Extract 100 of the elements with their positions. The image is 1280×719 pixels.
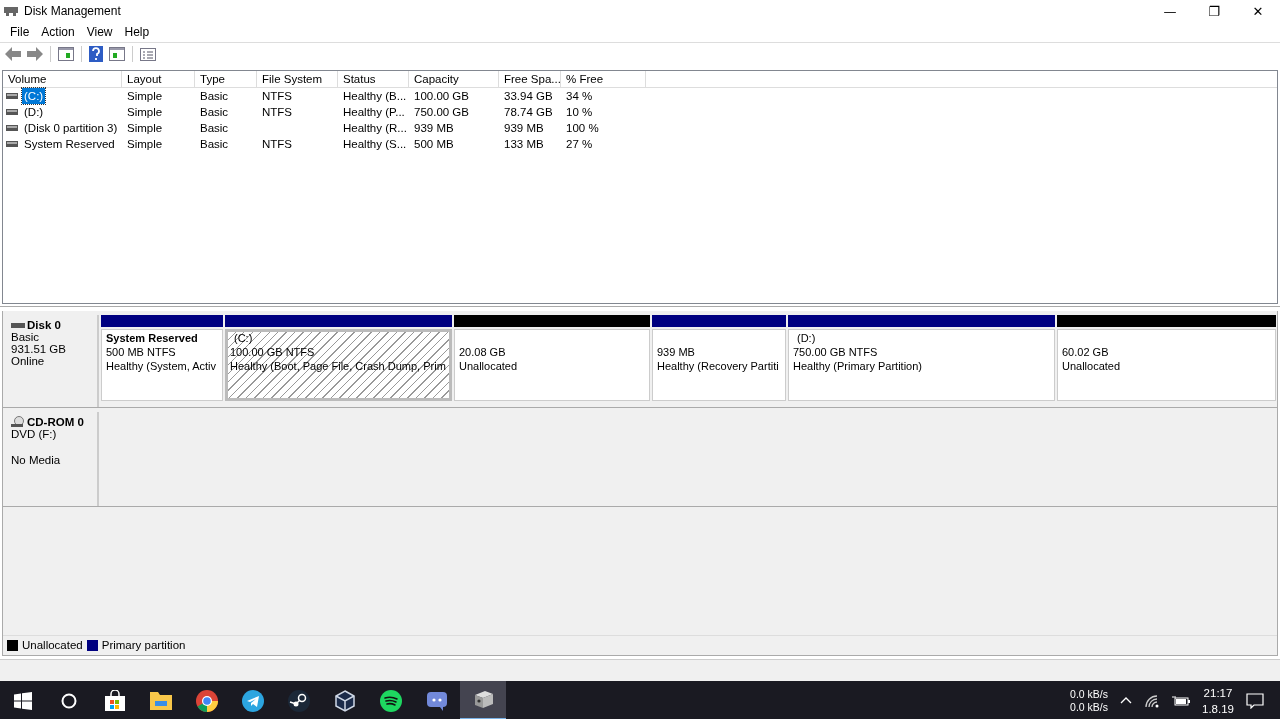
drive-entry[interactable]: (Disk 0 partition 3) [22,120,120,136]
network-speed: 0.0 kB/s [1070,700,1108,714]
partition-status: Healthy (System, Activ [106,360,218,374]
disk-name: CD-ROM 0 [27,416,84,428]
drive-icon [6,109,18,115]
left-arrow-icon [5,47,21,61]
partition-name: (C:) [233,332,254,346]
cube-icon[interactable] [335,689,355,712]
column-header[interactable]: Type [195,71,257,87]
shopping-bag-icon[interactable] [104,689,126,712]
column-header[interactable]: Free Spa... [499,71,561,87]
table-cell-text: 100 % [566,121,599,136]
battery-plug-icon[interactable] [1172,694,1190,707]
properties-button[interactable] [139,46,157,62]
menu-item[interactable]: Action [35,25,81,39]
table-cell-text: NTFS [262,105,293,120]
sound-waves-icon[interactable] [380,689,402,712]
partition-name: (D:) [796,332,817,346]
disk-info: DVD (F:) [11,428,58,440]
console-tree-button[interactable] [57,46,75,62]
column-header[interactable]: Status [338,71,409,87]
drive-entry[interactable]: System Reserved [22,136,117,152]
drive-entry[interactable]: (C:) [22,88,46,104]
drive-icon [6,93,18,99]
table-cell-text: 100.00 GB [414,89,469,104]
column-header[interactable]: % Free [561,71,646,87]
table-cell-text: Basic [200,89,229,104]
list-window-icon [140,47,156,61]
chevron-up-icon[interactable] [1120,697,1132,704]
table-cell-text: Simple [127,137,163,152]
table-cell-text: NTFS [262,89,293,104]
notification-icon[interactable] [1246,692,1264,709]
disk-info: Online [11,355,46,367]
partition-size: 20.08 GB [459,346,507,360]
table-cell-text: Basic [200,121,229,136]
windows-logo-icon[interactable] [14,691,32,710]
table-cell-text: Simple [127,121,163,136]
cd-drive-icon [11,416,25,428]
forward-button[interactable] [26,46,44,62]
partition-size: 939 MB [657,346,696,360]
clock-time[interactable]: 21:17 [1203,684,1233,701]
network-speed: 0.0 kB/s [1070,687,1108,701]
disk-name: Disk 0 [27,319,61,331]
partition-size: 750.00 GB NTFS [793,346,879,360]
restore-button[interactable]: ❐ [1192,0,1236,22]
disk-drive-icon [4,5,18,17]
wifi-icon[interactable] [1144,693,1160,708]
partition-status: Healthy (Boot, Page File, Crash Dump, Prim [230,360,447,374]
search-icon[interactable] [61,692,77,709]
table-cell-text: 500 MB [414,137,454,152]
drive-icon [11,322,25,328]
help-button[interactable] [88,45,104,63]
action-pane-button[interactable] [108,46,126,62]
panel-icon [58,47,74,61]
disk-status: No Media [11,454,62,466]
partition-block[interactable]: 20.08 GB Unallocated [454,329,650,401]
partition-size: 500 MB NTFS [106,346,177,360]
partition-block[interactable]: (C:) 100.00 GB NTFS Healthy (Boot, Page File, Crash Dump, Prim [225,329,452,401]
table-cell-text: 33.94 GB [504,89,553,104]
table-cell-text: Simple [127,105,163,120]
table-cell-text: Healthy (P... [343,105,405,120]
menu-item[interactable]: File [4,25,36,39]
table-cell-text: 78.74 GB [504,105,553,120]
clock-date[interactable]: 1.8.19 [1202,700,1234,717]
minimize-button[interactable]: — [1148,0,1192,22]
column-header[interactable]: File System [257,71,338,87]
taskbar-button[interactable] [460,681,506,719]
table-cell-text: 10 % [566,105,593,120]
table-cell-text: 939 MB [414,121,454,136]
legend-label: Unallocated [22,639,83,651]
partition-block[interactable]: 60.02 GB Unallocated [1057,329,1276,401]
round-browser-icon[interactable] [196,689,218,712]
partition-size: 60.02 GB [1062,346,1110,360]
partition-status: Unallocated [459,360,519,374]
paper-plane-icon[interactable] [242,689,264,712]
table-cell-text: Simple [127,89,163,104]
column-header[interactable]: Layout [122,71,195,87]
table-cell-text: NTFS [262,137,293,152]
disk-info: Basic [11,331,41,343]
disk-drive-icon[interactable] [472,689,494,710]
menu-item[interactable]: View [80,25,119,39]
close-button[interactable]: ✕ [1236,0,1280,22]
right-arrow-icon [27,47,43,61]
table-cell-text: 133 MB [504,137,544,152]
partition-status: Unallocated [1062,360,1122,374]
table-cell-text: 750.00 GB [414,105,469,120]
partition-block[interactable]: (D:) 750.00 GB NTFS Healthy (Primary Partition) [788,329,1055,401]
disk-info: 931.51 GB [11,343,67,355]
partition-size: 100.00 GB NTFS [230,346,316,360]
column-header[interactable]: Capacity [409,71,499,87]
partition-status: Healthy (Recovery Partiti [657,360,780,374]
back-button[interactable] [4,46,22,62]
partition-block[interactable]: 939 MB Healthy (Recovery Partiti [652,329,786,401]
folder-icon[interactable] [150,691,172,710]
partition-block[interactable]: System Reserved 500 MB NTFS Healthy (System, Activ [101,329,223,401]
drive-icon [6,125,18,131]
drive-entry[interactable]: (D:) [22,104,46,120]
menu-item[interactable]: Help [118,25,156,39]
partition-status: Healthy (Primary Partition) [793,360,923,374]
table-cell-text: Healthy (B... [343,89,407,104]
